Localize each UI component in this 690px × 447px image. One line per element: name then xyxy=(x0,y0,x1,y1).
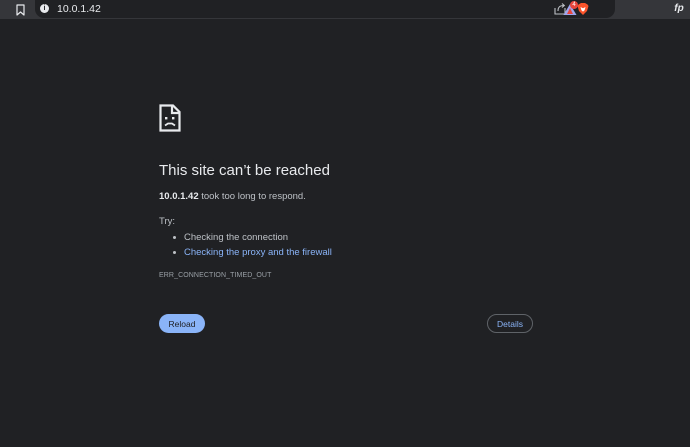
suggestion-check-connection: Checking the connection xyxy=(184,232,289,243)
rewards-badge: 4 xyxy=(570,1,578,9)
url-text[interactable]: 10.0.1.42 xyxy=(57,2,101,16)
suggestions-list: Checking the connection Checking the pro… xyxy=(173,230,332,260)
host-name: 10.0.1.42 xyxy=(159,191,199,202)
bullet-icon xyxy=(173,236,176,239)
address-bar[interactable]: i 10.0.1.42 xyxy=(35,0,615,18)
summary-text: took too long to respond. xyxy=(198,191,306,202)
browser-toolbar: i 10.0.1.42 4 fp xyxy=(0,0,690,19)
suggestion-proxy-firewall-link[interactable]: Checking the proxy and the firewall xyxy=(184,247,332,258)
error-summary: 10.0.1.42 took too long to respond. xyxy=(159,190,306,203)
reload-button[interactable]: Reload xyxy=(159,314,205,333)
brave-shields-icon[interactable] xyxy=(576,2,590,16)
details-button[interactable]: Details xyxy=(487,314,533,333)
suggestion-item[interactable]: Checking the proxy and the firewall xyxy=(173,245,332,260)
sad-page-icon xyxy=(159,104,181,132)
error-code: ERR_CONNECTION_TIMED_OUT xyxy=(159,272,272,279)
try-label: Try: xyxy=(159,216,176,227)
suggestion-item: Checking the connection xyxy=(173,230,332,245)
bookmark-icon[interactable] xyxy=(12,2,28,17)
error-title: This site can’t be reached xyxy=(159,162,330,179)
profile-icon[interactable]: fp xyxy=(672,2,686,16)
bullet-icon xyxy=(173,251,176,254)
info-icon[interactable]: i xyxy=(40,4,49,13)
